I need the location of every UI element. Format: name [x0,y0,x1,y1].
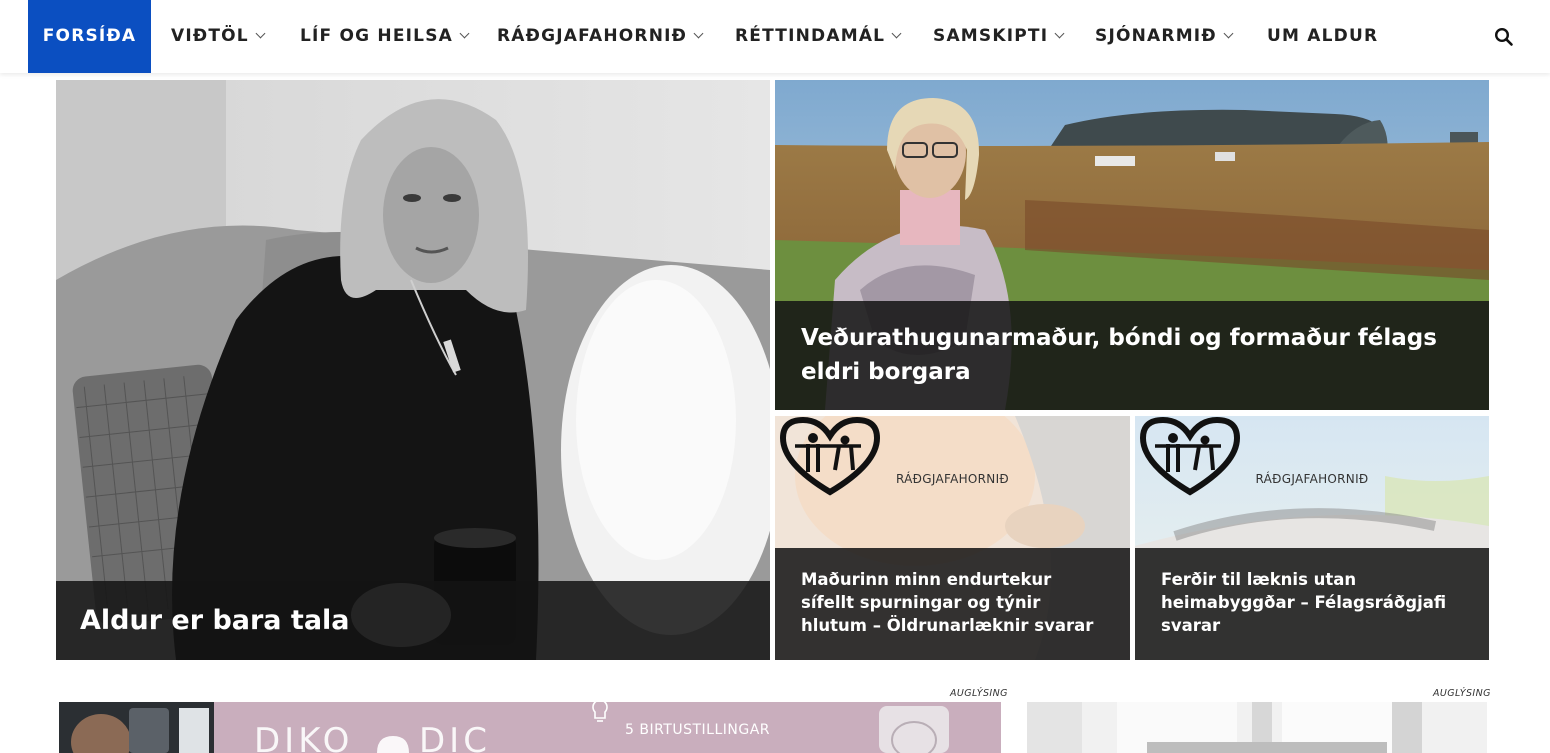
nav-item-label: UM ALDUR [1267,26,1379,46]
nav-item-samskipti[interactable]: SAMSKIPTI [933,0,1065,73]
featured-bottom-left-article[interactable]: RÁÐGJAFAHORNIÐ Maðurinn minn endurtekur … [775,416,1130,660]
ad-label: AUGLÝSING [950,688,1008,699]
nav-item-rettindamal[interactable]: RÉTTINDAMÁL [735,0,902,73]
nav-item-sjonarmid[interactable]: SJÓNARMIÐ [1095,0,1234,73]
search-icon[interactable] [1494,27,1514,47]
advertisement-banner-left[interactable]: DIKO DIC 5 BIRTUSTILLINGAR [59,702,1001,753]
nav-item-label: VIÐTÖL [171,26,249,46]
nav-item-label: RÁÐGJAFAHORNIÐ [497,26,688,46]
chevron-down-icon [891,28,902,39]
chevron-down-icon [1223,28,1234,39]
featured-top-right-title[interactable]: Veðurathugunarmaður, bóndi og formaður f… [775,301,1489,410]
nav-item-label: SAMSKIPTI [933,26,1049,46]
nav-item-label: LÍF OG HEILSA [300,26,454,46]
ad-image: DIKO DIC [59,702,1001,753]
nav-item-label: RÉTTINDAMÁL [735,26,886,46]
featured-top-right-article[interactable]: Veðurathugunarmaður, bóndi og formaður f… [775,80,1489,410]
featured-bottom-left-title[interactable]: Maðurinn minn endurtekur sífellt spurnin… [775,548,1130,660]
nav-item-forsida[interactable]: FORSÍÐA [28,0,151,73]
advertisement-banner-right[interactable] [1027,702,1487,753]
chevron-down-icon [459,28,470,39]
featured-bottom-right-article[interactable]: RÁÐGJAFAHORNIÐ Ferðir til læknis utan he… [1135,416,1489,660]
chevron-down-icon [1054,28,1065,39]
svg-text:DIKO: DIKO [254,721,353,753]
ad-banner-text: 5 BIRTUSTILLINGAR [625,722,771,738]
featured-main-article[interactable]: Aldur er bara tala [56,80,770,660]
chevron-down-icon [693,28,704,39]
ad-label: AUGLÝSING [1433,688,1491,699]
nav-item-vidtol[interactable]: VIÐTÖL [171,0,266,73]
article-image [56,80,770,660]
chevron-down-icon [255,28,266,39]
nav-item-radgjafahornid[interactable]: RÁÐGJAFAHORNIÐ [497,0,704,73]
nav-item-label: FORSÍÐA [42,26,137,46]
ad-image [1027,702,1487,753]
heart-family-icon [1139,416,1241,496]
heart-family-icon [779,416,881,496]
featured-main-title[interactable]: Aldur er bara tala [56,581,770,660]
svg-text:DIC: DIC [419,721,491,753]
nav-item-label: SJÓNARMIÐ [1095,26,1217,46]
featured-bottom-right-title[interactable]: Ferðir til læknis utan heimabyggðar – Fé… [1135,548,1489,660]
main-navigation: FORSÍÐA VIÐTÖL LÍF OG HEILSA RÁÐGJAFAHOR… [0,0,1550,73]
nav-item-lif-og-heilsa[interactable]: LÍF OG HEILSA [300,0,470,73]
nav-item-um-aldur[interactable]: UM ALDUR [1267,0,1378,73]
